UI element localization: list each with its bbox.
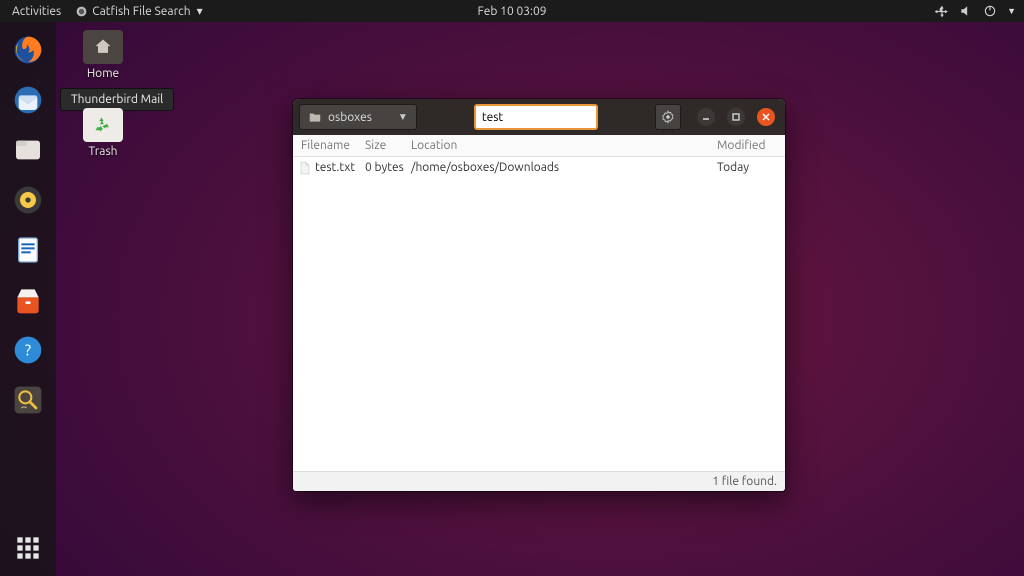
search-field[interactable] bbox=[474, 104, 598, 130]
cell-filename: test.txt bbox=[315, 161, 355, 174]
home-icon bbox=[93, 37, 113, 57]
top-bar: Activities Catfish File Search ▾ Feb 10 … bbox=[0, 0, 1024, 22]
cell-location: /home/osboxes/Downloads bbox=[411, 161, 717, 174]
column-modified[interactable]: Modified bbox=[717, 139, 785, 152]
results-list: test.txt 0 bytes /home/osboxes/Downloads… bbox=[293, 157, 785, 471]
dock-thunderbird[interactable] bbox=[6, 78, 50, 122]
window-minimize[interactable] bbox=[697, 108, 715, 126]
desktop-icon-label: Trash bbox=[88, 145, 117, 158]
window-close[interactable] bbox=[757, 108, 775, 126]
dock-rhythmbox[interactable] bbox=[6, 178, 50, 222]
app-menu[interactable]: Catfish File Search ▾ bbox=[75, 4, 202, 18]
path-selector[interactable]: osboxes ▼ bbox=[299, 104, 417, 130]
dock-catfish[interactable] bbox=[6, 378, 50, 422]
settings-button[interactable] bbox=[655, 104, 681, 130]
status-bar: 1 file found. bbox=[293, 471, 785, 491]
cell-size: 0 bytes bbox=[365, 161, 411, 174]
path-label: osboxes bbox=[328, 111, 372, 124]
folder-icon bbox=[308, 110, 322, 124]
dock-help[interactable]: ? bbox=[6, 328, 50, 372]
chevron-down-icon: ▼ bbox=[398, 111, 408, 123]
column-filename[interactable]: Filename bbox=[293, 139, 365, 152]
catfish-window: osboxes ▼ Filename Size Location bbox=[293, 99, 785, 491]
column-size[interactable]: Size bbox=[365, 139, 411, 152]
file-icon bbox=[299, 161, 311, 175]
desktop-icon-trash[interactable]: Trash bbox=[70, 108, 136, 158]
search-input[interactable] bbox=[482, 111, 637, 124]
window-maximize[interactable] bbox=[727, 108, 745, 126]
desktop: Activities Catfish File Search ▾ Feb 10 … bbox=[0, 0, 1024, 576]
desktop-icon-label: Home bbox=[87, 67, 119, 80]
recycle-icon bbox=[94, 116, 112, 134]
chevron-down-icon[interactable]: ▼ bbox=[1007, 6, 1016, 16]
results-header[interactable]: Filename Size Location Modified bbox=[293, 135, 785, 157]
launcher-dock: ? bbox=[0, 22, 56, 576]
app-menu-label: Catfish File Search bbox=[92, 5, 190, 18]
dock-files[interactable] bbox=[6, 128, 50, 172]
network-icon[interactable] bbox=[935, 4, 949, 18]
svg-text:?: ? bbox=[25, 341, 31, 359]
catfish-icon bbox=[75, 5, 88, 18]
clock[interactable]: Feb 10 03:09 bbox=[477, 5, 546, 18]
dock-software[interactable] bbox=[6, 278, 50, 322]
gear-icon bbox=[661, 110, 675, 124]
volume-icon[interactable] bbox=[959, 4, 973, 18]
dock-firefox[interactable] bbox=[6, 28, 50, 72]
dock-libreoffice-writer[interactable] bbox=[6, 228, 50, 272]
cell-modified: Today bbox=[717, 161, 785, 174]
desktop-icon-home[interactable]: Home bbox=[70, 30, 136, 80]
table-row[interactable]: test.txt 0 bytes /home/osboxes/Downloads… bbox=[293, 157, 785, 177]
status-text: 1 file found. bbox=[712, 475, 777, 488]
show-applications[interactable] bbox=[6, 526, 50, 570]
window-titlebar[interactable]: osboxes ▼ bbox=[293, 99, 785, 135]
power-icon[interactable] bbox=[983, 4, 997, 18]
activities-button[interactable]: Activities bbox=[12, 5, 61, 18]
chevron-down-icon: ▾ bbox=[197, 4, 203, 18]
column-location[interactable]: Location bbox=[411, 139, 717, 152]
